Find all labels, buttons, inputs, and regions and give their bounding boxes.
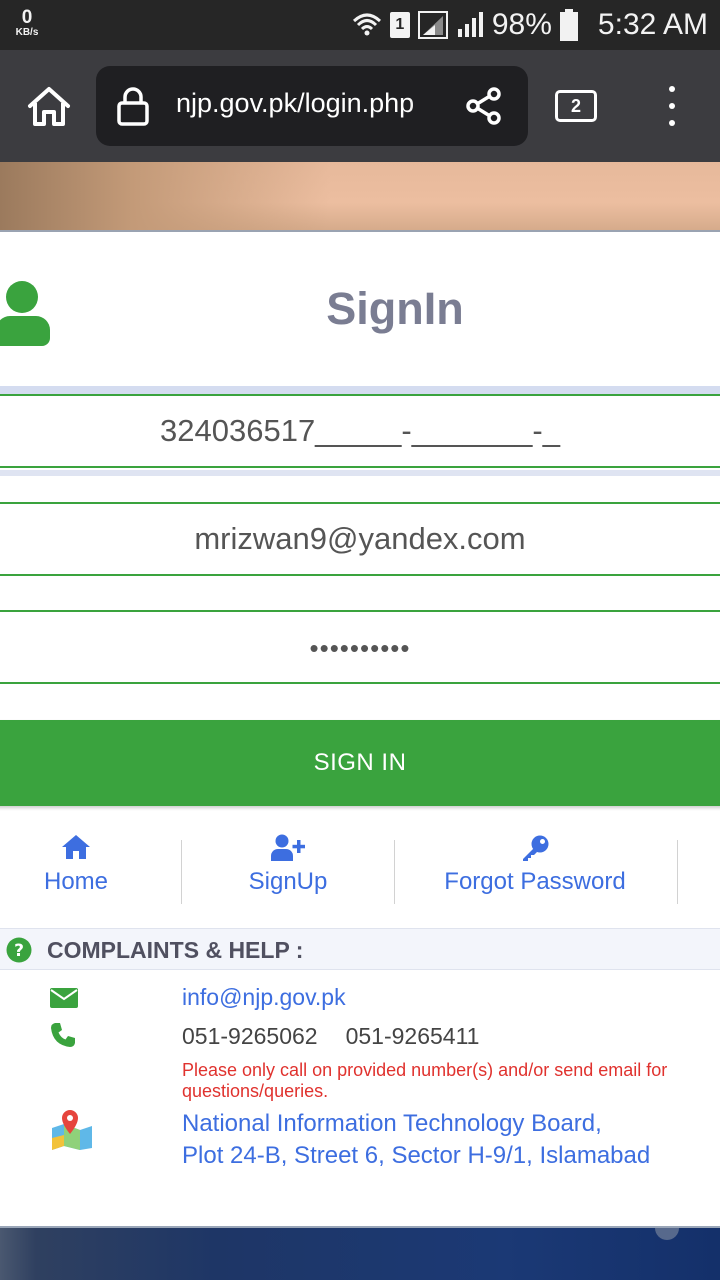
- link-divider: [677, 840, 678, 904]
- menu-dot: [669, 103, 675, 109]
- menu-dot: [669, 86, 675, 92]
- network-speed-value: 0: [21, 7, 33, 28]
- password-mask: ••••••••••: [309, 633, 411, 663]
- phone-icon: [51, 1023, 75, 1047]
- status-bar: 0 KB/s 1 98% 5:32 AM: [0, 0, 720, 50]
- sign-in-button[interactable]: SIGN IN: [0, 720, 720, 806]
- help-email-link[interactable]: info@njp.gov.pk: [182, 984, 346, 1011]
- footer-image: [0, 1228, 720, 1280]
- forgot-password-link[interactable]: Forgot Password: [430, 834, 640, 896]
- network-speed: 0 KB/s: [10, 8, 44, 38]
- user-plus-icon: [271, 834, 305, 861]
- page-title: SignIn: [326, 283, 464, 334]
- svg-text:?: ?: [14, 941, 24, 961]
- battery-percent: 98%: [491, 8, 552, 41]
- battery-icon: [559, 9, 578, 41]
- map-location-icon: [52, 1110, 92, 1150]
- cnic-input[interactable]: 324036517_____-_______-_: [0, 394, 720, 468]
- signal-bars-icon: [457, 12, 483, 37]
- tab-count: 2: [570, 95, 581, 116]
- address-bar[interactable]: njp.gov.pk/login.php: [96, 66, 528, 146]
- home-outline-icon: [28, 87, 70, 126]
- signal-icon: [417, 11, 448, 39]
- browser-home-button[interactable]: [24, 82, 74, 132]
- email-input[interactable]: mrizwan9@yandex.com: [0, 502, 720, 576]
- help-warning-line-1: Please only call on provided number(s) a…: [182, 1060, 668, 1080]
- home-icon: [62, 835, 90, 859]
- lock-icon: [117, 87, 149, 126]
- banner-divider: [0, 230, 720, 232]
- quick-links: Home SignUp Forgot Password: [0, 834, 720, 910]
- menu-dot: [669, 120, 675, 126]
- help-address[interactable]: National Information Technology Board, P…: [182, 1108, 650, 1172]
- envelope-icon: [50, 988, 78, 1008]
- section-separator: [0, 386, 720, 394]
- help-phones: 051-9265062 051-9265411: [182, 1023, 479, 1050]
- help-warning: Please only call on provided number(s) a…: [182, 1060, 720, 1102]
- link-divider: [181, 840, 182, 904]
- share-icon[interactable]: [464, 86, 504, 126]
- user-icon: [0, 281, 50, 346]
- help-address-line-1: National Information Technology Board,: [182, 1110, 602, 1137]
- sim-badge: 1: [389, 12, 410, 38]
- home-link[interactable]: Home: [20, 834, 132, 896]
- overflow-menu-button[interactable]: [660, 86, 684, 126]
- link-divider: [394, 840, 395, 904]
- network-speed-unit: KB/s: [15, 27, 39, 38]
- help-title: COMPLAINTS & HELP :: [47, 937, 304, 963]
- signup-link-label: SignUp: [248, 868, 328, 895]
- tab-switcher-button[interactable]: 2: [555, 90, 597, 122]
- header-banner-image: [0, 162, 720, 230]
- field-separator: [0, 470, 720, 476]
- help-phone-2[interactable]: 051-9265411: [346, 1023, 480, 1049]
- wifi-icon: [352, 13, 381, 36]
- password-input[interactable]: ••••••••••: [0, 610, 720, 684]
- url-text: njp.gov.pk/login.php: [176, 88, 415, 118]
- browser-toolbar: njp.gov.pk/login.php 2: [0, 50, 720, 162]
- help-warning-line-2: questions/queries.: [182, 1081, 329, 1101]
- question-circle-icon: ?: [6, 937, 32, 963]
- help-address-line-2: Plot 24-B, Street 6, Sector H-9/1, Islam…: [182, 1142, 651, 1169]
- clock: 5:32 AM: [597, 8, 708, 41]
- key-icon: [523, 835, 549, 861]
- home-link-label: Home: [43, 868, 109, 895]
- signup-link[interactable]: SignUp: [228, 834, 348, 896]
- forgot-password-link-label: Forgot Password: [444, 868, 626, 895]
- sim-number: 1: [395, 16, 405, 33]
- help-phone-1[interactable]: 051-9265062: [182, 1023, 318, 1049]
- help-section-header: ? COMPLAINTS & HELP :: [0, 928, 720, 970]
